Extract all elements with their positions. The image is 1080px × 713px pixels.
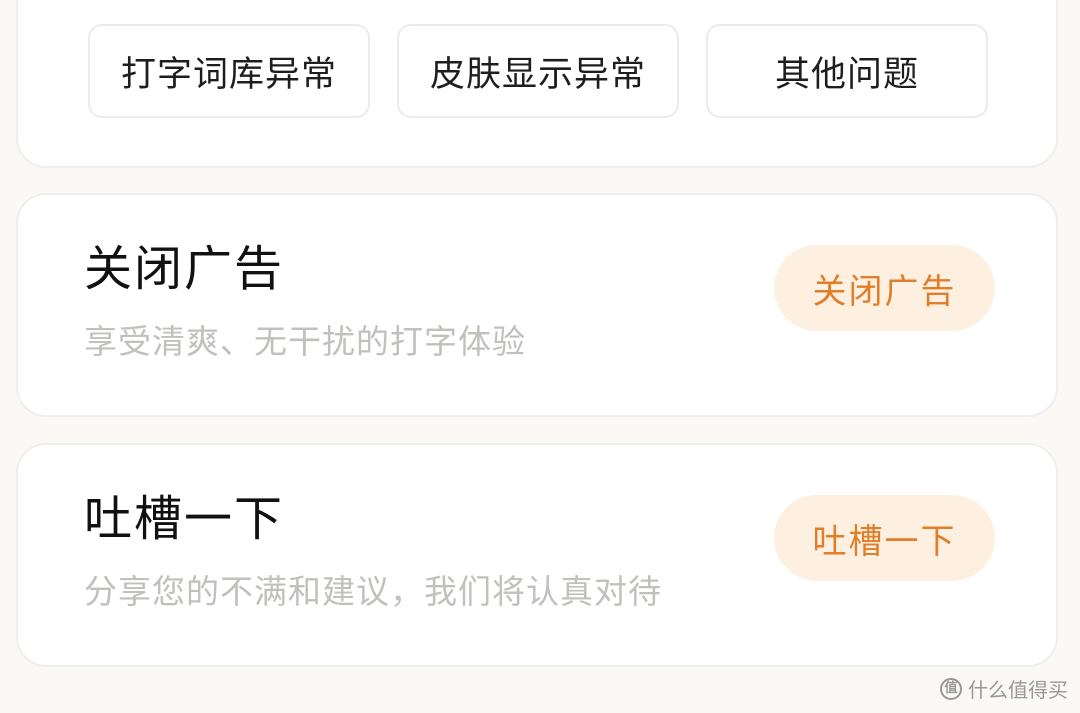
issue-chip-skin-display[interactable]: 皮肤显示异常 [397, 24, 679, 118]
issue-chip-label: 其他问题 [774, 54, 919, 95]
close-ads-title: 关闭广告 [84, 241, 285, 297]
close-ads-button-label: 关闭广告 [812, 271, 957, 312]
feedback-button-label: 吐槽一下 [812, 521, 957, 562]
watermark: 值 什么值得买 [940, 674, 1068, 703]
issue-chip-label: 打字词库异常 [120, 54, 337, 95]
issue-chip-label: 皮肤显示异常 [429, 54, 646, 95]
issue-category-card: 打字词库异常 皮肤显示异常 其他问题 [16, 0, 1058, 168]
close-ads-subtitle: 享受清爽、无干扰的打字体验 [84, 322, 526, 361]
issue-chip-typing-dictionary[interactable]: 打字词库异常 [88, 24, 370, 118]
watermark-logo-icon: 值 [940, 677, 962, 700]
feedback-card: 吐槽一下 分享您的不满和建议，我们将认真对待 吐槽一下 [16, 443, 1058, 667]
feedback-title: 吐槽一下 [84, 491, 285, 547]
close-ads-card: 关闭广告 享受清爽、无干扰的打字体验 关闭广告 [16, 193, 1058, 417]
issue-chip-other[interactable]: 其他问题 [706, 24, 988, 118]
watermark-text: 什么值得买 [968, 678, 1068, 702]
feedback-button[interactable]: 吐槽一下 [774, 495, 995, 581]
close-ads-button[interactable]: 关闭广告 [774, 245, 995, 331]
feedback-subtitle: 分享您的不满和建议，我们将认真对待 [84, 572, 662, 611]
